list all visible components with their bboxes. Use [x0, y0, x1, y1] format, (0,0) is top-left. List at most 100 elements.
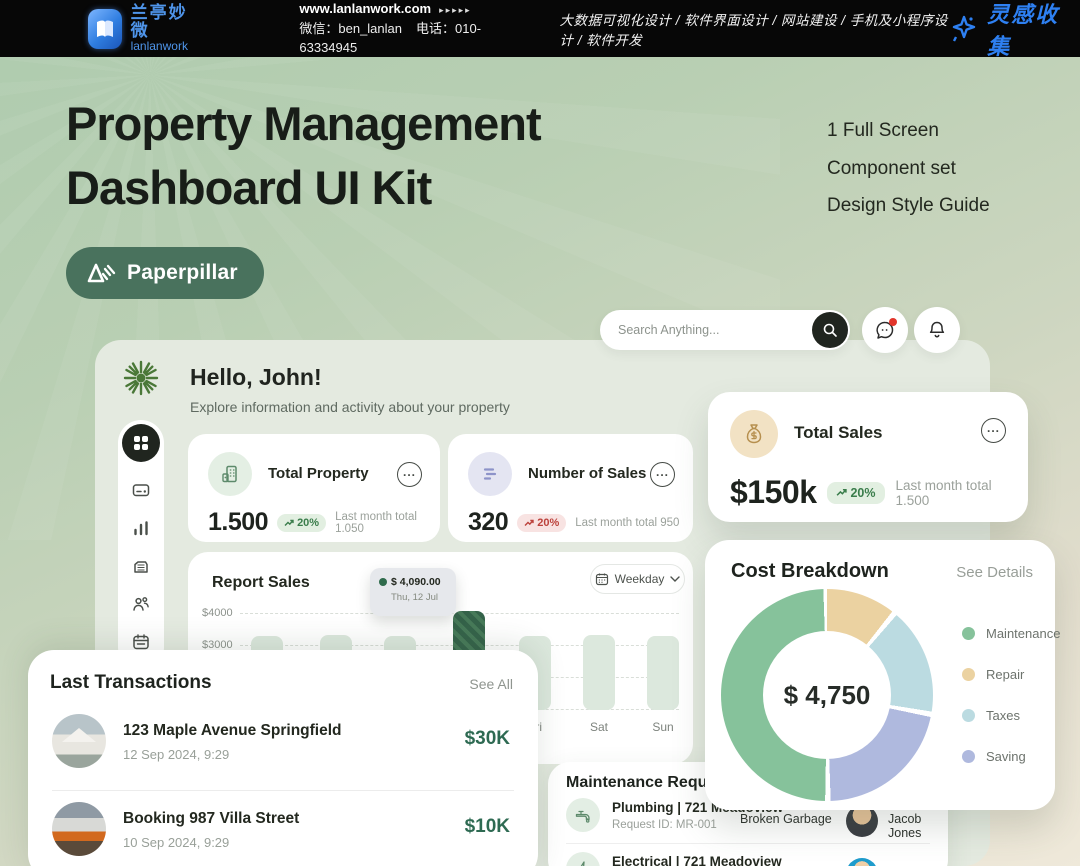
- vendor-contact: www.lanlanwork.com▸▸▸▸▸ 微信：ben_lanlan电话：…: [299, 0, 497, 58]
- stat-card-total-property: Total Property ... 1.500 20% Last month …: [188, 434, 440, 542]
- last-transactions-title: Last Transactions: [50, 672, 212, 694]
- legend-item: Taxes: [962, 708, 1060, 723]
- page-title: Property Management Dashboard UI Kit: [66, 92, 541, 220]
- vendor-site[interactable]: www.lanlanwork.com: [299, 1, 431, 16]
- legend-item: Saving: [962, 749, 1060, 764]
- sparkle-icon: [949, 14, 979, 44]
- feature-item: Component set: [827, 150, 990, 188]
- transaction-row[interactable]: Booking 987 Villa Street 10 Sep 2024, 9:…: [52, 802, 514, 866]
- stat-card-number-of-sales: Number of Sales ... 320 20% Last month t…: [448, 434, 693, 542]
- sidebar-item-payments[interactable]: [131, 480, 151, 500]
- sidebar-item-schedule[interactable]: [131, 632, 151, 652]
- donut-legend: Maintenance Repair Taxes Saving: [962, 626, 1060, 790]
- search-bar[interactable]: [600, 310, 850, 350]
- donut-center-value: $ 4,750: [784, 680, 871, 711]
- transaction-amount: $30K: [465, 728, 510, 750]
- divider: [566, 843, 930, 844]
- building-icon: [208, 452, 252, 496]
- tenant-name: Jacob Jones: [888, 812, 948, 840]
- vendor-topbar: 兰亭妙微 lanlanwork www.lanlanwork.com▸▸▸▸▸ …: [0, 0, 1080, 57]
- starburst-icon: [121, 358, 161, 398]
- messages-button[interactable]: [862, 307, 908, 353]
- paperpillar-logo-icon: [86, 261, 116, 285]
- stat-note: Last month total 950: [575, 517, 679, 529]
- property-photo: [52, 714, 106, 768]
- notifications-button[interactable]: [914, 307, 960, 353]
- vendor-services: 大数据可视化设计 / 软件界面设计 / 网站建设 / 手机及小程序设计 / 软件…: [559, 9, 949, 49]
- last-transactions-card: Last Transactions See All 123 Maple Aven…: [28, 650, 538, 866]
- more-options-button[interactable]: ...: [650, 462, 675, 487]
- sidebar-nav: [118, 420, 164, 670]
- sales-list-icon: [468, 452, 512, 496]
- tooltip-dot-icon: [379, 578, 387, 586]
- search-input[interactable]: [618, 323, 783, 337]
- vendor-wechat: 微信：ben_lanlan: [299, 21, 402, 36]
- transaction-date: 10 Sep 2024, 9:29: [123, 835, 229, 850]
- transaction-date: 12 Sep 2024, 9:29: [123, 747, 229, 762]
- calendar-icon: [595, 572, 609, 586]
- sidebar-item-analytics[interactable]: [131, 518, 151, 538]
- more-options-button[interactable]: ...: [397, 462, 422, 487]
- notification-dot: [889, 318, 897, 326]
- x-axis-label: Sun: [638, 720, 688, 734]
- stat-note: Last month total 1.500: [896, 478, 1028, 508]
- greeting-subtitle: Explore information and activity about y…: [190, 399, 510, 415]
- paperpillar-label: Paperpillar: [127, 261, 238, 285]
- legend-item: Maintenance: [962, 626, 1060, 641]
- stat-title: Total Property: [268, 465, 369, 482]
- request-id: Request ID: MR-001: [612, 819, 717, 831]
- tenant-avatar: [846, 858, 878, 866]
- vendor-name-en: lanlanwork: [131, 40, 195, 53]
- electrical-icon: [566, 852, 600, 866]
- legend-item: Repair: [962, 667, 1060, 682]
- feature-item: Design Style Guide: [827, 187, 990, 225]
- see-details-link[interactable]: See Details: [956, 564, 1033, 581]
- vendor-brand[interactable]: 兰亭妙微 lanlanwork: [88, 4, 194, 52]
- inspiration-collect[interactable]: 灵感收集: [949, 0, 1060, 61]
- property-photo: [52, 802, 106, 856]
- cost-breakdown-card: Cost Breakdown See Details $ 4,750 Maint…: [705, 540, 1055, 810]
- stat-title: Total Sales: [794, 423, 883, 443]
- arrows-decoration: ▸▸▸▸▸: [439, 5, 472, 15]
- cost-breakdown-title: Cost Breakdown: [731, 560, 889, 583]
- see-all-link[interactable]: See All: [469, 676, 513, 692]
- sidebar-item-tenants[interactable]: [131, 594, 151, 614]
- sidebar-item-properties[interactable]: [131, 556, 151, 576]
- legend-dot-saving: [962, 750, 975, 763]
- transaction-amount: $10K: [465, 816, 510, 838]
- feature-item: 1 Full Screen: [827, 112, 990, 150]
- paperpillar-badge[interactable]: Paperpillar: [66, 247, 264, 299]
- poster: 兰亭妙微 lanlanwork www.lanlanwork.com▸▸▸▸▸ …: [0, 0, 1080, 866]
- stat-value: 1.500: [208, 508, 268, 537]
- money-bag-icon: [730, 410, 778, 458]
- trend-badge: 20%: [517, 514, 566, 532]
- stat-card-total-sales: Total Sales ... $150k 20% Last month tot…: [708, 392, 1028, 522]
- weekday-filter-dropdown[interactable]: Weekday: [590, 564, 685, 594]
- chevron-down-icon: [670, 576, 680, 582]
- sidebar-item-dashboard[interactable]: [122, 424, 160, 462]
- vendor-logo-icon: [88, 9, 122, 49]
- stat-title: Number of Sales: [528, 465, 646, 482]
- collect-label: 灵感收集: [987, 0, 1060, 61]
- stat-value: 320: [468, 508, 508, 537]
- divider: [52, 790, 514, 791]
- legend-dot-maintenance: [962, 627, 975, 640]
- search-icon[interactable]: [812, 312, 848, 348]
- bar-sun[interactable]: [647, 636, 679, 710]
- request-type[interactable]: Electrical | 721 Meadoview: [612, 854, 782, 866]
- tooltip-value: $ 4,090.00: [391, 576, 441, 588]
- transaction-name: 123 Maple Avenue Springfield: [123, 722, 342, 740]
- more-options-button[interactable]: ...: [981, 418, 1006, 443]
- vendor-name-cn: 兰亭妙微: [131, 4, 195, 40]
- trend-badge: 20%: [827, 482, 884, 504]
- transaction-row[interactable]: 123 Maple Avenue Springfield 12 Sep 2024…: [52, 714, 514, 786]
- stat-note: Last month total 1.050: [335, 511, 440, 535]
- legend-dot-repair: [962, 668, 975, 681]
- transaction-name: Booking 987 Villa Street: [123, 810, 299, 828]
- tooltip-date: Thu, 12 Jul: [391, 592, 456, 603]
- feature-list: 1 Full Screen Component set Design Style…: [827, 112, 990, 225]
- filter-value: Weekday: [615, 572, 665, 586]
- bar-sat[interactable]: [583, 635, 615, 710]
- request-issue: Broken Garbage: [740, 812, 832, 826]
- x-axis-label: Sat: [574, 720, 624, 734]
